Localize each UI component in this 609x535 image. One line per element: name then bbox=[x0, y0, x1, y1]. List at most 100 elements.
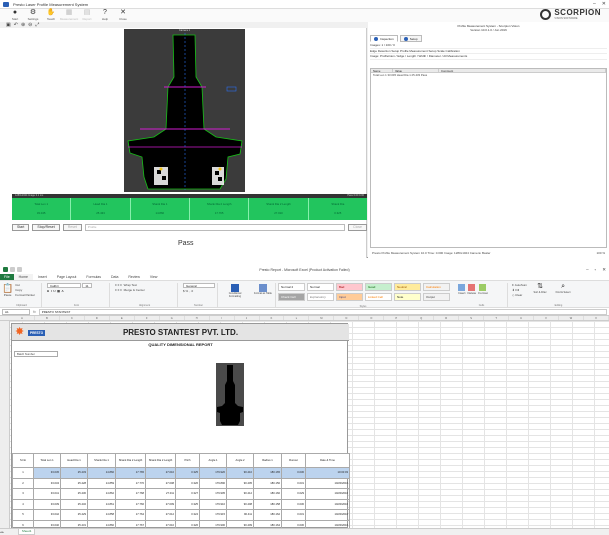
table-cell[interactable]: 0.324 bbox=[175, 509, 200, 521]
table-cell[interactable]: 25.433 bbox=[60, 467, 88, 479]
table-cell[interactable]: 27.009 bbox=[145, 498, 176, 510]
table-cell[interactable]: 2 bbox=[12, 477, 34, 489]
table-cell[interactable]: 90.409 bbox=[226, 519, 254, 528]
column-header[interactable]: G bbox=[160, 316, 185, 320]
table-cell[interactable]: 10/20/2016 bbox=[305, 498, 350, 510]
table-cell[interactable]: 14.860 bbox=[87, 519, 116, 528]
table-cell[interactable]: 180.160 bbox=[253, 488, 282, 500]
style-bad[interactable]: Bad bbox=[336, 283, 363, 291]
table-cell[interactable]: 14.862 bbox=[87, 488, 116, 500]
maximize-icon[interactable]: ▫ bbox=[595, 267, 597, 273]
table-cell[interactable]: 0.030 bbox=[281, 519, 306, 528]
table-cell[interactable]: 33.042 bbox=[33, 509, 61, 521]
table-cell[interactable]: 10/20/2016 bbox=[305, 488, 350, 500]
style-normal[interactable]: Normal bbox=[307, 283, 334, 291]
table-cell[interactable]: 14.859 bbox=[87, 477, 116, 489]
table-cell[interactable]: 90.411 bbox=[226, 509, 254, 521]
batch-number-cell[interactable]: Batch Number bbox=[14, 351, 58, 357]
start-toolbar-button[interactable]: ● Start bbox=[6, 9, 24, 22]
column-header[interactable]: O bbox=[359, 316, 385, 320]
measurement-toolbar-button[interactable]: ▦ Measurement bbox=[60, 9, 78, 22]
column-header[interactable]: D bbox=[85, 316, 110, 320]
column-header[interactable]: K bbox=[260, 316, 285, 320]
column-header[interactable]: F bbox=[135, 316, 160, 320]
style-calculation[interactable]: Calculation bbox=[423, 283, 450, 291]
column-header[interactable]: A bbox=[10, 316, 35, 320]
table-cell[interactable]: 179.910 bbox=[199, 498, 227, 510]
column-header[interactable]: Q bbox=[409, 316, 435, 320]
style-good[interactable]: Good bbox=[365, 283, 392, 291]
table-cell[interactable]: 180.164 bbox=[253, 519, 282, 528]
column-header[interactable]: V bbox=[534, 316, 559, 320]
table-cell[interactable]: 25.429 bbox=[60, 509, 88, 521]
column-header[interactable]: H bbox=[185, 316, 210, 320]
table-cell[interactable]: 33.041 bbox=[33, 488, 61, 500]
table-cell[interactable]: 10/20/2016 bbox=[305, 509, 350, 521]
teach-toolbar-button[interactable]: ✋ Teach bbox=[42, 9, 60, 22]
column-header[interactable]: C bbox=[60, 316, 85, 320]
table-cell[interactable]: 10/20/2016 bbox=[305, 477, 350, 489]
table-cell[interactable]: 1 bbox=[12, 467, 34, 479]
format-painter-button[interactable]: Format Painter bbox=[15, 293, 35, 298]
column-header[interactable]: X bbox=[584, 316, 609, 320]
close-button[interactable]: Close bbox=[348, 223, 367, 231]
table-cell[interactable]: 25.428 bbox=[60, 477, 88, 489]
table-row[interactable]: 4 33.039 25.432 14.861 17.766 27.009 0.325 179.… bbox=[12, 498, 350, 510]
column-header[interactable]: T bbox=[484, 316, 510, 320]
table-cell[interactable]: 33.040 bbox=[33, 519, 61, 528]
close-toolbar-button[interactable]: ✕ Close bbox=[114, 9, 132, 22]
table-cell[interactable]: 0.326 bbox=[175, 519, 200, 528]
table-cell[interactable]: 27.011 bbox=[145, 488, 176, 500]
table-cell[interactable]: 0.029 bbox=[281, 488, 306, 500]
column-header[interactable]: E bbox=[110, 316, 135, 320]
column-header[interactable]: N bbox=[334, 316, 360, 320]
number-format-select[interactable]: General bbox=[183, 283, 215, 288]
table-cell[interactable]: 179.920 bbox=[199, 467, 227, 479]
style-explanatory[interactable]: Explanatory bbox=[307, 293, 334, 301]
table-cell[interactable]: 0.325 bbox=[175, 498, 200, 510]
style-check-cell[interactable]: Check Cell bbox=[278, 293, 305, 301]
profile-field[interactable]: Profile bbox=[84, 223, 346, 231]
style-normal-2[interactable]: Normal 2 bbox=[278, 283, 305, 291]
table-cell[interactable]: 17.770 bbox=[115, 477, 146, 489]
report-toolbar-button[interactable]: ▤ Report bbox=[78, 9, 96, 22]
table-cell[interactable]: 5 bbox=[12, 509, 34, 521]
table-cell[interactable]: 14.858 bbox=[87, 509, 116, 521]
table-cell[interactable]: 27.010 bbox=[145, 519, 176, 528]
name-box[interactable]: A1 bbox=[2, 309, 30, 315]
table-cell[interactable]: 14.861 bbox=[87, 498, 116, 510]
table-cell[interactable]: 90.410 bbox=[226, 467, 254, 479]
table-cell[interactable]: 17.765 bbox=[115, 467, 146, 479]
table-row[interactable]: 1 33.045 25.433 14.860 17.765 27.010 0.325 179.… bbox=[12, 467, 350, 479]
column-header[interactable]: W bbox=[559, 316, 584, 320]
table-cell[interactable]: 0.031 bbox=[281, 477, 306, 489]
table-cell[interactable]: 17.764 bbox=[115, 509, 146, 521]
help-toolbar-button[interactable]: ? Help bbox=[96, 9, 114, 22]
sheet-nav-icon[interactable]: ◂ ▸ bbox=[0, 530, 4, 534]
font-size-select[interactable]: 11 bbox=[82, 283, 93, 288]
table-cell[interactable]: 0.327 bbox=[175, 488, 200, 500]
table-cell[interactable]: 180.162 bbox=[253, 509, 282, 521]
column-header[interactable]: J bbox=[235, 316, 260, 320]
table-cell[interactable]: 179.905 bbox=[199, 488, 227, 500]
column-header[interactable]: I bbox=[210, 316, 235, 320]
table-cell[interactable]: 0.031 bbox=[281, 509, 306, 521]
table-cell[interactable]: 27.008 bbox=[145, 477, 176, 489]
tab-inspection[interactable]: Inspection bbox=[370, 35, 398, 42]
number-format-buttons[interactable]: $ % , .0 bbox=[183, 289, 217, 294]
start-button[interactable]: Start bbox=[12, 223, 30, 231]
table-cell[interactable]: 33.039 bbox=[33, 498, 61, 510]
table-row[interactable]: 6 33.040 25.431 14.860 17.767 27.010 0.326 179.… bbox=[12, 519, 350, 528]
sheet-tab[interactable]: Sheet1 bbox=[17, 529, 36, 535]
table-cell[interactable]: 179.915 bbox=[199, 509, 227, 521]
style-neutral[interactable]: Neutral bbox=[394, 283, 421, 291]
log-table-row[interactable]: Total Len 1 33.045 Head Dia 1 25.433 Pas… bbox=[371, 73, 606, 77]
settings-toolbar-button[interactable]: ⚙ Settings bbox=[24, 9, 42, 22]
table-row[interactable]: 3 33.041 25.430 14.862 17.768 27.011 0.327 179.… bbox=[12, 488, 350, 500]
worksheet-grid[interactable]: ✸ PRESTO PRESTO STANTEST PVT. LTD. QUALI… bbox=[0, 321, 609, 528]
column-header[interactable]: B bbox=[35, 316, 60, 320]
table-cell[interactable]: 33.034 bbox=[33, 477, 61, 489]
column-header[interactable]: S bbox=[459, 316, 485, 320]
table-row[interactable]: 2 33.034 25.428 14.859 17.770 27.008 0.326 179.… bbox=[12, 477, 350, 489]
table-cell[interactable]: 17.768 bbox=[115, 488, 146, 500]
